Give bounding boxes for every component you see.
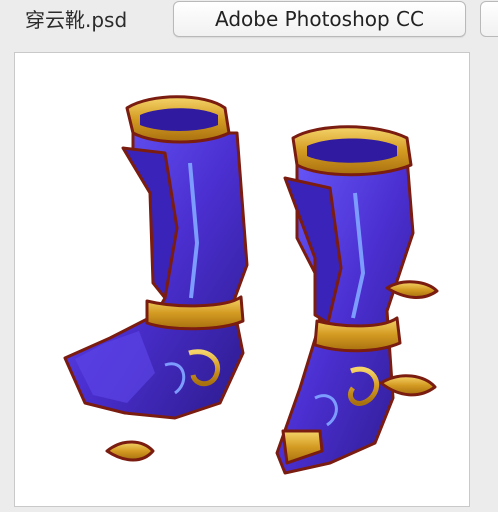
right-boot <box>275 125 439 475</box>
left-boot <box>63 95 249 462</box>
open-with-app-button[interactable]: Adobe Photoshop CC <box>173 1 466 37</box>
more-button[interactable] <box>480 1 498 37</box>
file-name-label: 穿云靴.psd <box>25 8 128 32</box>
top-bar: 穿云靴.psd Adobe Photoshop CC <box>0 0 498 44</box>
image-preview <box>14 52 470 507</box>
boots-illustration <box>63 95 439 475</box>
